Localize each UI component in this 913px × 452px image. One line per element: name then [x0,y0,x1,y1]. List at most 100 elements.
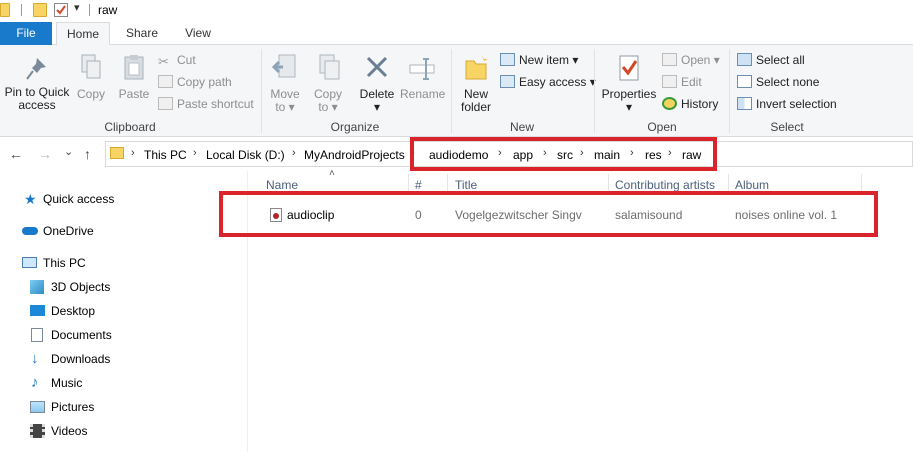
history-button[interactable]: History [662,97,718,111]
paste-shortcut-icon [158,97,173,110]
rename-button[interactable]: Rename [400,53,446,101]
delete-x-icon [366,56,388,78]
recent-locations-chevron-icon[interactable]: ⌄ [64,145,73,158]
edit-label: Edit [681,75,702,89]
nav-3d-objects-label: 3D Objects [51,280,111,294]
properties-icon [619,55,639,81]
select-none-button[interactable]: Select none [737,75,819,89]
edit-icon [662,75,677,88]
nav-music[interactable]: ♪ Music [30,374,83,391]
column-header-title[interactable]: Title [455,178,477,192]
new-group-label: New [509,120,534,134]
nav-desktop-label: Desktop [51,304,96,318]
copy-path-button[interactable]: Copy path [158,75,232,89]
copy-to-icon [319,54,340,80]
new-folder-button[interactable]: New folder [456,53,496,114]
nav-music-label: Music [51,376,83,390]
new-folder-label-2: folder [460,100,492,114]
organize-group-label: Organize [330,120,380,134]
column-header-album[interactable]: Album [735,178,769,192]
new-item-label: New item [519,53,570,67]
tab-view[interactable]: View [172,22,224,45]
properties-quick-icon[interactable] [54,3,68,17]
tab-home[interactable]: Home [56,22,110,46]
breadcrumb-separator-icon[interactable]: › [193,147,197,159]
new-item-button[interactable]: New item ▾ [500,53,578,67]
film-icon [30,424,45,438]
new-item-icon [500,53,515,66]
new-folder-quick-icon[interactable] [33,3,47,17]
nav-videos[interactable]: Videos [30,424,87,438]
open-label: Open [681,53,711,67]
breadcrumb-local-disk[interactable]: Local Disk (D:) [206,148,285,162]
column-header-number[interactable]: # [415,178,422,192]
paste-label: Paste [118,87,150,101]
delete-dropdown-icon: ▾ [373,100,381,114]
paste-shortcut-button[interactable]: Paste shortcut [158,97,254,111]
nav-documents[interactable]: Documents [30,328,112,342]
properties-dropdown-icon: ▾ [625,100,633,114]
new-folder-icon [465,55,488,80]
nav-downloads[interactable]: ↓ Downloads [30,350,110,367]
cut-label: Cut [177,53,196,67]
back-arrow-icon[interactable]: ← [9,146,23,162]
copy-to-button[interactable]: Copy to ▾ [309,53,347,114]
rename-icon [409,58,435,80]
tab-file[interactable]: File [0,22,52,45]
file-row-highlight-box [219,191,878,237]
easy-access-button[interactable]: Easy access ▾ [500,75,596,89]
easy-access-label: Easy access [519,75,587,89]
nav-onedrive[interactable]: OneDrive [22,224,94,238]
breadcrumb-this-pc[interactable]: This PC [144,148,187,162]
move-to-button[interactable]: Move to ▾ [266,53,304,114]
nav-3d-objects[interactable]: 3D Objects [30,280,110,294]
copy-path-label: Copy path [177,75,232,89]
invert-selection-label: Invert selection [756,97,837,111]
customize-quick-access-icon[interactable]: ▾ [74,1,80,14]
rename-label: Rename [400,87,446,101]
column-header-name[interactable]: Name [266,178,298,192]
sort-ascending-icon: ˄ [329,168,335,179]
delete-button[interactable]: Delete ▾ [357,53,397,114]
clipboard-group-label: Clipboard [104,120,156,134]
nav-documents-label: Documents [51,328,112,342]
ribbon-tabs: File Home Share View [0,22,913,46]
select-none-icon [737,75,752,88]
properties-button[interactable]: Properties ▾ [600,53,658,114]
up-arrow-icon[interactable]: ↑ [84,146,91,162]
breadcrumb-separator-icon[interactable]: › [292,147,296,159]
nav-quick-access-label: Quick access [43,192,115,206]
document-icon [31,328,43,342]
pin-to-quick-access-button[interactable]: Pin to Quick access [2,55,72,112]
star-icon: ★ [24,191,37,207]
cut-button[interactable]: ✂ Cut [158,53,196,69]
desktop-icon [30,305,45,316]
computer-icon [22,257,37,268]
nav-pictures[interactable]: Pictures [30,400,94,414]
nav-this-pc[interactable]: This PC [22,256,86,270]
navigation-pane: ★ Quick access OneDrive This PC 3D Objec… [0,171,245,452]
select-group-label: Select [770,120,804,134]
invert-selection-button[interactable]: Invert selection [737,97,837,111]
breadcrumb-myandroidprojects[interactable]: MyAndroidProjects [304,148,405,162]
nav-quick-access[interactable]: ★ Quick access [24,191,115,207]
edit-button[interactable]: Edit [662,75,702,89]
music-note-icon: ♪ [31,374,39,391]
paste-icon [124,55,144,80]
nav-this-pc-label: This PC [43,256,86,270]
group-divider [261,49,262,133]
pin-label-2: access [18,98,56,112]
open-button[interactable]: Open ▾ [662,53,720,67]
copy-button[interactable]: Copy [74,53,108,101]
nav-desktop[interactable]: Desktop [30,304,95,318]
select-none-label: Select none [756,75,820,89]
folder-icon [0,3,10,17]
paste-button[interactable]: Paste [114,53,154,101]
group-divider [594,49,595,133]
select-all-button[interactable]: Select all [737,53,805,67]
tab-share[interactable]: Share [116,22,168,45]
breadcrumb-separator-icon[interactable]: › [131,147,135,159]
address-highlight-box [410,137,717,171]
forward-arrow-icon[interactable]: → [38,146,52,162]
column-header-artists[interactable]: Contributing artists [615,178,715,192]
